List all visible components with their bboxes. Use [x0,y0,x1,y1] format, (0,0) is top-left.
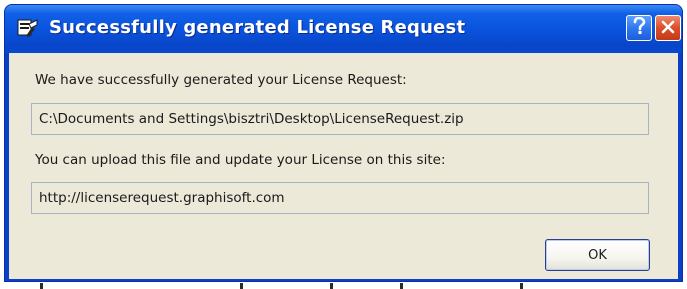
close-button[interactable] [655,15,681,41]
title-bar[interactable]: Successfully generated License Request [5,5,682,53]
success-message: We have successfully generated your Lice… [35,72,407,88]
ok-button[interactable]: OK [545,239,650,271]
file-path-field[interactable]: C:\Documents and Settings\bisztri\Deskto… [31,103,649,135]
background-mark [520,283,523,289]
dialog-window: Successfully generated License Request W… [4,4,683,282]
close-icon [661,19,675,38]
help-icon [632,16,646,39]
window-title: Successfully generated License Request [49,17,466,38]
help-button[interactable] [626,15,652,41]
background-mark [40,283,43,289]
app-icon [17,18,39,38]
dialog-body: We have successfully generated your Lice… [9,53,678,279]
background-mark [330,283,333,289]
url-field[interactable]: http://licenserequest.graphisoft.com [31,182,649,214]
upload-instruction: You can upload this file and update your… [35,152,446,168]
background-mark [400,283,403,289]
background-strip [0,282,687,289]
background-mark [240,283,243,289]
